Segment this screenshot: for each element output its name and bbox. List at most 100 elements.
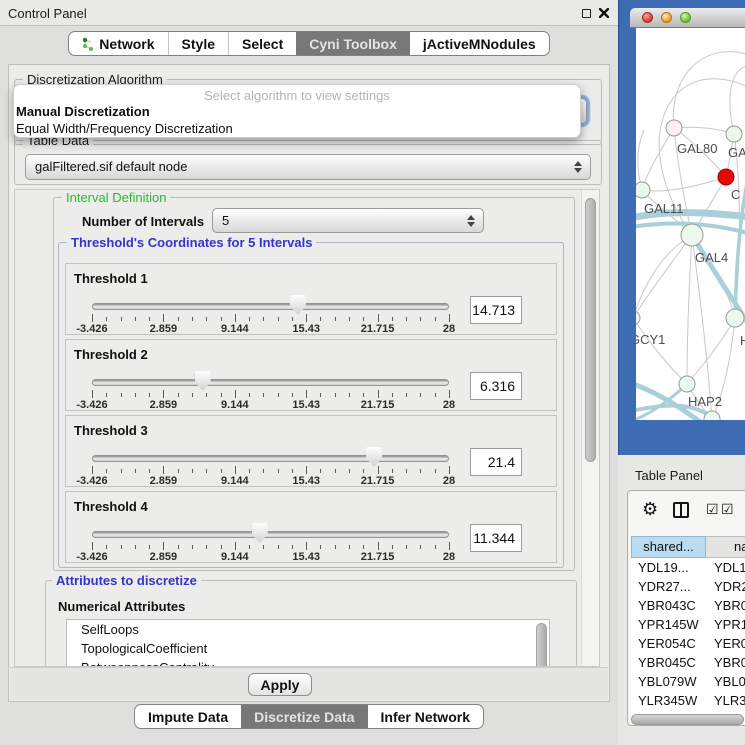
svg-text:GAL4: GAL4 bbox=[695, 250, 728, 265]
threshold-2-slider-handle[interactable] bbox=[195, 371, 211, 391]
gear-icon[interactable]: ⚙ bbox=[642, 499, 658, 520]
zoom-traffic-light-icon[interactable] bbox=[680, 12, 691, 23]
tab-jactivemnodules[interactable]: jActiveMNodules bbox=[410, 32, 549, 55]
threshold-4-value-field[interactable]: 11.344 bbox=[470, 524, 522, 552]
list-item-topologicalcoefficient[interactable]: TopologicalCoefficient bbox=[67, 639, 549, 658]
network-icon bbox=[82, 37, 94, 51]
node-h[interactable] bbox=[726, 309, 744, 327]
threshold-2-tick-labels: -3.4262.8599.14415.4321.71528 bbox=[92, 399, 449, 411]
table-data-combobox[interactable]: galFiltered.sif default node bbox=[25, 154, 591, 180]
threshold-3-tick-marks bbox=[92, 466, 449, 475]
tab-infer-network[interactable]: Infer Network bbox=[368, 705, 483, 728]
table-row[interactable]: YBL079WYBL0 bbox=[631, 672, 745, 691]
scrollbar-thumb[interactable] bbox=[585, 198, 596, 462]
node-gal80[interactable] bbox=[666, 120, 682, 136]
svg-text:GAL11: GAL11 bbox=[644, 201, 684, 216]
node-gal11[interactable] bbox=[636, 182, 650, 198]
table-row[interactable]: YER054CYER0 bbox=[631, 634, 745, 653]
list-item-selfloops[interactable]: SelfLoops bbox=[67, 620, 549, 639]
checkbox-icon[interactable]: ☑ bbox=[706, 501, 719, 518]
number-of-intervals-combobox[interactable]: 5 bbox=[212, 208, 484, 233]
svg-text:GAL80: GAL80 bbox=[677, 141, 717, 156]
bottom-tabbar: Impute Data Discretize Data Infer Networ… bbox=[0, 704, 618, 729]
node-selected-red[interactable] bbox=[718, 169, 734, 185]
table-row[interactable]: YPR145WYPR1 bbox=[631, 615, 745, 634]
thresholds-coordinates-group: Threshold's Coordinates for 5 Intervals … bbox=[58, 242, 564, 568]
tab-impute-data[interactable]: Impute Data bbox=[135, 705, 241, 728]
node-gcy1[interactable] bbox=[636, 311, 640, 325]
number-of-intervals-label: Number of Intervals bbox=[82, 214, 204, 229]
dropdown-option-equal-width-frequency[interactable]: Equal Width/Frequency Discretization bbox=[14, 120, 580, 137]
panel-title: Control Panel bbox=[8, 6, 87, 21]
list-item-betweennesscentrality[interactable]: BetweennessCentrality bbox=[67, 658, 549, 667]
threshold-4-tick-labels: -3.4262.8599.14415.4321.71528 bbox=[92, 551, 449, 563]
table-horizontal-scrollbar[interactable] bbox=[631, 714, 744, 725]
threshold-1-slider-handle[interactable] bbox=[290, 295, 306, 315]
table-row[interactable]: YDR27...YDR2 bbox=[631, 577, 745, 596]
tab-cyni-toolbox[interactable]: Cyni Toolbox bbox=[296, 32, 410, 55]
threshold-2-tick-marks bbox=[92, 390, 449, 399]
settings-vertical-scrollbar[interactable] bbox=[581, 190, 599, 666]
table-panel-title: Table Panel bbox=[635, 468, 703, 483]
interval-definition-group: Interval Definition Number of Intervals … bbox=[53, 197, 575, 571]
thresholds-group-label: Threshold's Coordinates for 5 Intervals bbox=[67, 235, 316, 250]
node-ga[interactable] bbox=[726, 126, 742, 142]
table-panel-area: Table Panel ⚙ ☑ ☑ shared... na YDL19...Y… bbox=[618, 455, 745, 745]
top-tabbar: Network Style Select Cyni Toolbox jActiv… bbox=[0, 31, 618, 56]
threshold-3-tick-labels: -3.4262.8599.14415.4321.71528 bbox=[92, 475, 449, 487]
threshold-1-tick-marks bbox=[92, 314, 449, 323]
control-panel-titlebar: Control Panel bbox=[0, 0, 618, 26]
threshold-2-value-field[interactable]: 6.316 bbox=[470, 372, 522, 400]
tab-style[interactable]: Style bbox=[168, 32, 228, 55]
combo-arrows-icon bbox=[467, 215, 475, 227]
network-canvas[interactable]: GAL80 GA GAL11 C GAL4 GCY1 H HAP2 bbox=[636, 28, 745, 420]
threshold-3-slider-handle[interactable] bbox=[366, 447, 382, 467]
settings-scroll-region: Interval Definition Number of Intervals … bbox=[14, 189, 600, 667]
combo-arrows-icon bbox=[574, 161, 582, 173]
threshold-4-slider-track[interactable] bbox=[92, 531, 449, 538]
threshold-3-label: Threshold 3 bbox=[74, 423, 148, 438]
threshold-4-slider-handle[interactable] bbox=[252, 523, 268, 543]
dropdown-placeholder: Select algorithm to view settings bbox=[14, 88, 580, 103]
close-icon[interactable] bbox=[599, 8, 609, 18]
tab-discretize-data[interactable]: Discretize Data bbox=[241, 705, 367, 728]
algorithm-dropdown-popup: Select algorithm to view settings Manual… bbox=[13, 84, 581, 138]
network-window-titlebar[interactable] bbox=[630, 8, 745, 28]
column-header-name[interactable]: na bbox=[706, 536, 745, 558]
threshold-1-label: Threshold 1 bbox=[74, 271, 148, 286]
table-row[interactable]: YBR043CYBR0 bbox=[631, 596, 745, 615]
table-row[interactable]: YBR045CYBR0 bbox=[631, 653, 745, 672]
attributes-list-scrollbar[interactable] bbox=[536, 623, 547, 667]
threshold-1-panel: Threshold 1 -3.4262.8599.14415.4321.7152… bbox=[65, 263, 557, 335]
threshold-3-slider-track[interactable] bbox=[92, 455, 449, 462]
numerical-attributes-label: Numerical Attributes bbox=[58, 599, 185, 614]
network-graph: GAL80 GA GAL11 C GAL4 GCY1 H HAP2 bbox=[636, 28, 745, 420]
svg-text:C: C bbox=[731, 187, 740, 202]
split-columns-icon[interactable] bbox=[673, 502, 689, 518]
svg-text:GCY1: GCY1 bbox=[636, 332, 665, 347]
cyni-toolbox-panel: Discretization Algorithm Select algorith… bbox=[8, 64, 610, 702]
minimize-traffic-light-icon[interactable] bbox=[661, 12, 672, 23]
attributes-to-discretize-group: Attributes to discretize Numerical Attri… bbox=[45, 580, 577, 667]
float-window-icon[interactable] bbox=[582, 9, 591, 18]
svg-text:GA: GA bbox=[728, 145, 745, 160]
threshold-3-value-field[interactable]: 21.4 bbox=[470, 448, 522, 476]
column-header-shared[interactable]: shared... bbox=[631, 536, 706, 558]
tab-select[interactable]: Select bbox=[228, 32, 296, 55]
threshold-1-value-field[interactable]: 14.713 bbox=[470, 296, 522, 324]
network-window: GAL80 GA GAL11 C GAL4 GCY1 H HAP2 bbox=[618, 0, 745, 455]
table-row[interactable]: YDL19...YDL1 bbox=[631, 558, 745, 577]
apply-button[interactable]: Apply bbox=[248, 673, 312, 696]
right-side-area: GAL80 GA GAL11 C GAL4 GCY1 H HAP2 Table … bbox=[618, 0, 745, 745]
table-row[interactable]: YLR345WYLR3 bbox=[631, 691, 745, 710]
tab-network-label: Network bbox=[99, 36, 154, 52]
node-hap2[interactable] bbox=[679, 376, 695, 392]
tab-network[interactable]: Network bbox=[69, 32, 167, 55]
checkbox-icon[interactable]: ☑ bbox=[721, 501, 734, 518]
node-gal4[interactable] bbox=[681, 224, 703, 246]
dropdown-option-manual-discretization[interactable]: Manual Discretization bbox=[14, 103, 580, 120]
threshold-1-slider-track[interactable] bbox=[92, 303, 449, 310]
threshold-2-slider-track[interactable] bbox=[92, 379, 449, 386]
threshold-2-label: Threshold 2 bbox=[74, 347, 148, 362]
close-traffic-light-icon[interactable] bbox=[642, 12, 653, 23]
